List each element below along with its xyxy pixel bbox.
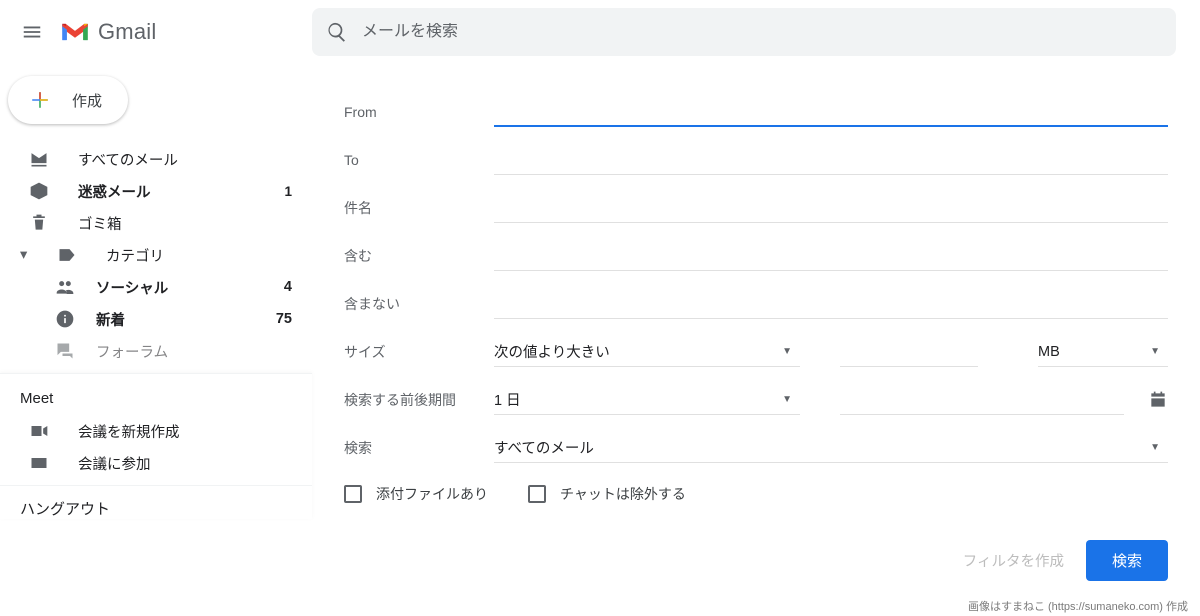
sidebar-sub-forums[interactable]: フォーラム (0, 335, 312, 367)
sidebar-sub-social[interactable]: ソーシャル 4 (0, 271, 312, 303)
size-value-input[interactable] (840, 337, 978, 367)
meet-new[interactable]: 会議を新規作成 (0, 415, 312, 447)
gmail-logo[interactable]: Gmail (60, 19, 156, 45)
sidebar-item-categories[interactable]: ▾ カテゴリ (0, 239, 312, 271)
input-contains[interactable] (494, 241, 1168, 271)
sidebar-item-all-mail[interactable]: すべてのメール (0, 143, 312, 175)
advanced-search-panel: From To 件名 含む 含まない サイズ 次の値より大きい▼ MB▼ 検索す… (312, 64, 1200, 616)
sidebar-item-trash[interactable]: ゴミ箱 (0, 207, 312, 239)
size-op-select[interactable]: 次の値より大きい▼ (494, 337, 800, 367)
menu-button[interactable] (18, 18, 46, 46)
meet-join[interactable]: 会議に参加 (0, 447, 312, 479)
input-from[interactable] (494, 97, 1168, 127)
sidebar-sub-updates[interactable]: 新着 75 (0, 303, 312, 335)
meet-caption: Meet (0, 384, 312, 415)
label-date: 検索する前後期間 (344, 390, 494, 410)
search-icon (326, 21, 348, 43)
checkbox-icon (528, 485, 546, 503)
keyboard-icon (28, 453, 50, 473)
chevron-down-icon: ▼ (1150, 442, 1160, 453)
calendar-icon (1148, 390, 1168, 410)
label-location: 検索 (344, 438, 494, 458)
search-button[interactable]: 検索 (1086, 540, 1168, 581)
trash-icon (28, 213, 50, 233)
label-to: To (344, 152, 494, 168)
caret-icon: ▾ (20, 247, 34, 263)
sidebar-item-spam[interactable]: 迷惑メール 1 (0, 175, 312, 207)
label-not-contains: 含まない (344, 294, 494, 314)
alert-icon (28, 181, 50, 201)
input-subject[interactable] (494, 193, 1168, 223)
plus-icon (26, 86, 54, 114)
calendar-button[interactable] (1136, 390, 1168, 410)
search-bar[interactable] (312, 8, 1176, 56)
hangout-caption: ハングアウト (0, 485, 312, 519)
label-contains: 含む (344, 246, 494, 266)
sidebar: 作成 すべてのメール 迷惑メール 1 ゴミ箱 ▾ カテゴリ (0, 64, 312, 616)
label-subject: 件名 (344, 198, 494, 218)
size-unit-select[interactable]: MB▼ (1038, 337, 1168, 367)
people-icon (54, 277, 76, 297)
brand-text: Gmail (98, 19, 156, 45)
compose-label: 作成 (72, 90, 102, 111)
stack-icon (28, 149, 50, 169)
checkbox-icon (344, 485, 362, 503)
tag-icon (56, 245, 78, 265)
date-range-select[interactable]: 1 日▼ (494, 385, 800, 415)
checkbox-exclude-chat[interactable]: チャットは除外する (528, 484, 686, 504)
compose-button[interactable]: 作成 (8, 76, 128, 124)
label-size: サイズ (344, 342, 494, 362)
chevron-down-icon: ▼ (782, 394, 792, 405)
image-credit: 画像はすまねこ (https://sumaneko.com) 作成 (968, 598, 1188, 614)
chevron-down-icon: ▼ (782, 346, 792, 357)
date-input[interactable] (840, 385, 1124, 415)
search-input[interactable] (362, 23, 1162, 41)
create-filter-button[interactable]: フィルタを作成 (963, 550, 1064, 571)
input-to[interactable] (494, 145, 1168, 175)
label-from: From (344, 104, 494, 120)
input-not-contains[interactable] (494, 289, 1168, 319)
video-icon (28, 421, 50, 441)
location-select[interactable]: すべてのメール▼ (494, 433, 1168, 463)
checkbox-attachment[interactable]: 添付ファイルあり (344, 484, 488, 504)
chevron-down-icon: ▼ (1150, 346, 1160, 357)
info-icon (54, 309, 76, 329)
forum-icon (54, 341, 76, 361)
